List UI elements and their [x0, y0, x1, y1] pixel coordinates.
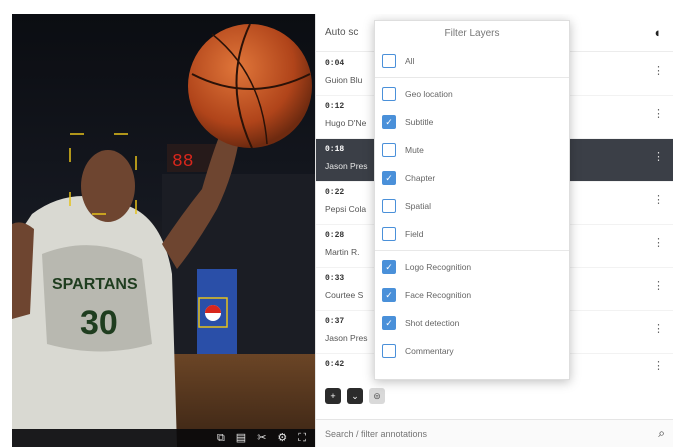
- subtitles-icon[interactable]: ▤: [236, 429, 246, 447]
- filter-option-label: Shot detection: [405, 318, 460, 328]
- more-options-icon[interactable]: ⋮: [653, 107, 664, 120]
- search-bar: ⌕: [316, 419, 673, 447]
- search-input[interactable]: [325, 428, 625, 439]
- filter-option-subtitle[interactable]: ✓ Subtitle: [375, 108, 569, 136]
- filter-title: Filter Layers: [444, 28, 500, 39]
- checkbox[interactable]: ✓: [382, 115, 396, 129]
- filter-option-logo-recognition[interactable]: ✓ Logo Recognition: [375, 253, 569, 281]
- checkbox[interactable]: ✓: [382, 316, 396, 330]
- checkbox[interactable]: ✓: [382, 171, 396, 185]
- fullscreen-icon[interactable]: ⛶: [298, 429, 306, 447]
- checkbox[interactable]: ✓: [382, 288, 396, 302]
- more-options-icon[interactable]: ⋮: [653, 150, 664, 163]
- jersey-number: 30: [80, 304, 118, 342]
- filter-option-label: Logo Recognition: [405, 262, 472, 272]
- filter-option-face-recognition[interactable]: ✓ Face Recognition: [375, 281, 569, 309]
- svg-text:88: 88: [172, 152, 194, 172]
- filter-option-geo-location[interactable]: Geo location: [375, 80, 569, 108]
- more-options-icon[interactable]: ⋮: [653, 193, 664, 206]
- video-player[interactable]: 88 SPARTANS 30 ⧉ ▤ ✂ ⚙ ⛶: [12, 14, 315, 447]
- checkbox[interactable]: [382, 87, 396, 101]
- filter-option-shot-detection[interactable]: ✓ Shot detection: [375, 309, 569, 337]
- filter-option-label: Mute: [405, 145, 424, 155]
- filter-option-mute[interactable]: Mute: [375, 136, 569, 164]
- checkbox[interactable]: [382, 143, 396, 157]
- filter-option-chapter[interactable]: ✓ Chapter: [375, 164, 569, 192]
- video-control-bar: ⧉ ▤ ✂ ⚙ ⛶: [12, 429, 315, 447]
- scissors-icon[interactable]: ✂: [257, 429, 266, 447]
- filter-option-label: Chapter: [405, 173, 436, 183]
- checkbox[interactable]: ✓: [382, 260, 396, 274]
- layers-button[interactable]: ⊜: [369, 388, 385, 404]
- filter-option-label: All: [405, 56, 415, 66]
- checkbox[interactable]: [382, 227, 396, 241]
- filter-option-field[interactable]: Field: [375, 220, 569, 248]
- jersey-text: SPARTANS: [52, 276, 138, 293]
- filter-option-label: Geo location: [405, 89, 453, 99]
- more-options-icon[interactable]: ⋮: [653, 64, 664, 77]
- filter-option-label: Field: [405, 229, 424, 239]
- filter-option-spatial[interactable]: Spatial: [375, 192, 569, 220]
- divider: [375, 250, 569, 251]
- filter-option-commentary[interactable]: Commentary: [375, 337, 569, 365]
- more-options-icon[interactable]: ⋮: [653, 279, 664, 292]
- video-frame-image: 88 SPARTANS 30: [12, 23, 315, 447]
- divider: [375, 77, 569, 78]
- expand-button[interactable]: ⌄: [347, 388, 363, 404]
- checkbox[interactable]: [382, 344, 396, 358]
- more-options-icon[interactable]: ⋮: [653, 236, 664, 249]
- more-options-icon[interactable]: ⋮: [653, 359, 664, 372]
- settings-icon[interactable]: ⚙: [277, 429, 287, 447]
- more-options-icon[interactable]: ⋮: [653, 322, 664, 335]
- panel-toggle-icon[interactable]: ◖: [653, 25, 661, 40]
- filter-option-all[interactable]: All: [375, 47, 569, 75]
- app-frame: 88 SPARTANS 30 ⧉ ▤ ✂ ⚙ ⛶ Auto sc ◖ 0:04 …: [12, 14, 673, 447]
- list-actions: + ⌄ ⊜: [325, 388, 385, 404]
- filter-option-label: Spatial: [405, 201, 431, 211]
- screen-share-icon[interactable]: ⧉: [217, 429, 225, 447]
- filter-option-label: Subtitle: [405, 117, 434, 127]
- filter-layers-dropdown: Filter Layers All Geo location ✓ Subtitl…: [374, 20, 570, 380]
- checkbox[interactable]: [382, 199, 396, 213]
- filter-option-label: Commentary: [405, 346, 454, 356]
- search-icon[interactable]: ⌕: [658, 426, 665, 441]
- checkbox[interactable]: [382, 54, 396, 68]
- add-button[interactable]: +: [325, 388, 341, 404]
- panel-title[interactable]: Auto sc: [325, 27, 358, 38]
- basketball: [188, 24, 312, 148]
- filter-option-label: Face Recognition: [405, 290, 472, 300]
